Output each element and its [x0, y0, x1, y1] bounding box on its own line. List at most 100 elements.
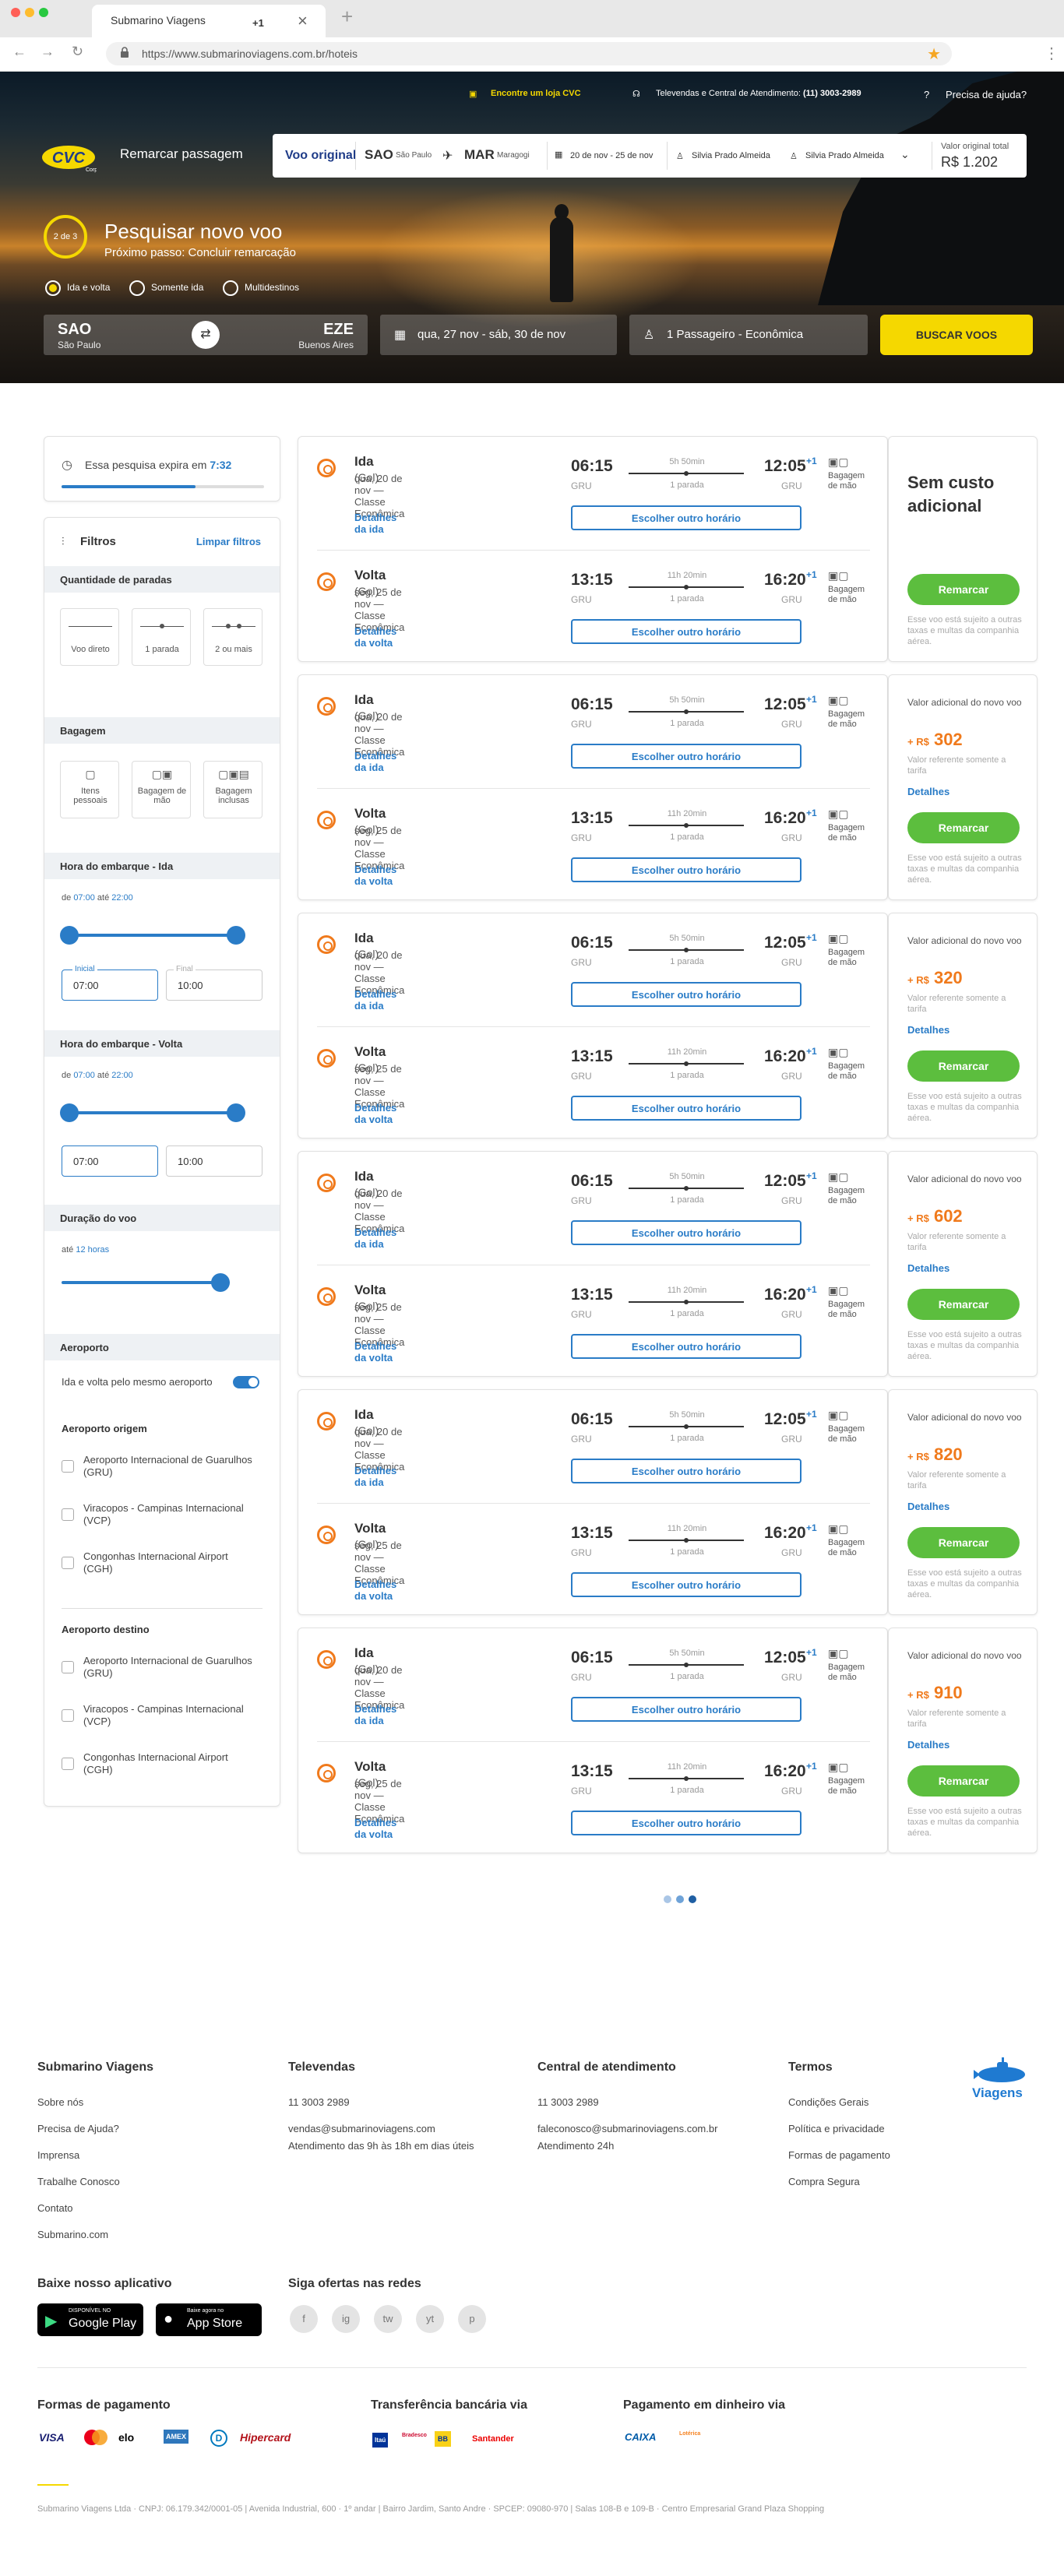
footer-email[interactable]: vendas@submarinoviagens.com: [288, 2123, 435, 2134]
volta-details-link[interactable]: Detalhes da volta: [354, 625, 396, 649]
ida-details-link[interactable]: Detalhes da ida: [354, 1465, 396, 1488]
close-tab-icon[interactable]: ×: [298, 11, 308, 31]
return-start-input[interactable]: 07:00: [62, 1145, 158, 1177]
page-dot[interactable]: [664, 1895, 671, 1903]
ida-change-time-button[interactable]: Escolher outro horário: [571, 1459, 802, 1483]
price-details-link[interactable]: Detalhes: [907, 786, 949, 797]
footer-email[interactable]: faleconosco@submarinoviagens.com.br: [537, 2123, 717, 2134]
volta-details-link[interactable]: Detalhes da volta: [354, 1817, 396, 1840]
stop-direct[interactable]: Voo direto: [60, 608, 119, 666]
new-tab-icon[interactable]: +: [341, 5, 353, 29]
volta-change-time-button[interactable]: Escolher outro horário: [571, 1572, 802, 1597]
radio-round-trip[interactable]: [45, 280, 61, 296]
depart-end-input[interactable]: 10:00: [166, 970, 262, 1001]
stop-two-plus[interactable]: 2 ou mais: [203, 608, 262, 666]
return-slider-start-handle[interactable]: [60, 1103, 79, 1122]
store-locator-link[interactable]: Encontre um loja CVC: [491, 89, 581, 98]
dest-airport-checkbox-gru[interactable]: [62, 1661, 74, 1673]
duration-slider-handle[interactable]: [211, 1273, 230, 1292]
volta-details-link[interactable]: Detalhes da volta: [354, 1102, 396, 1125]
depart-slider-end-handle[interactable]: [227, 926, 245, 945]
volta-change-time-button[interactable]: Escolher outro horário: [571, 1811, 802, 1835]
remarcar-button[interactable]: Remarcar: [907, 1527, 1020, 1558]
remarcar-button[interactable]: Remarcar: [907, 812, 1020, 843]
page-dot-active[interactable]: [689, 1895, 696, 1903]
origin-airport-checkbox-vcp[interactable]: [62, 1508, 74, 1521]
depart-slider-start-handle[interactable]: [60, 926, 79, 945]
footer-link[interactable]: Contato: [37, 2202, 73, 2214]
twitter-icon[interactable]: tw: [374, 2305, 402, 2333]
footer-link[interactable]: Compra Segura: [788, 2176, 860, 2187]
price-details-link[interactable]: Detalhes: [907, 1739, 949, 1751]
pinterest-icon[interactable]: p: [458, 2305, 486, 2333]
close-window-icon[interactable]: [11, 8, 20, 17]
footer-link[interactable]: Submarino.com: [37, 2229, 108, 2240]
footer-link[interactable]: Condições Gerais: [788, 2096, 868, 2108]
facebook-icon[interactable]: f: [290, 2305, 318, 2333]
volta-details-link[interactable]: Detalhes da volta: [354, 1578, 396, 1602]
volta-change-time-button[interactable]: Escolher outro horário: [571, 1096, 802, 1121]
address-bar[interactable]: https://www.submarinoviagens.com.br/hote…: [106, 42, 952, 65]
footer-link[interactable]: Política e privacidade: [788, 2123, 885, 2134]
dates-field[interactable]: ▦ qua, 27 nov - sáb, 30 de nov: [380, 315, 617, 355]
youtube-icon[interactable]: yt: [416, 2305, 444, 2333]
instagram-icon[interactable]: ig: [332, 2305, 360, 2333]
remarcar-button[interactable]: Remarcar: [907, 1050, 1020, 1082]
dest-airport-checkbox-vcp[interactable]: [62, 1709, 74, 1722]
ida-details-link[interactable]: Detalhes da ida: [354, 1703, 396, 1726]
radio-one-way[interactable]: [129, 280, 145, 296]
bag-personal[interactable]: ▢ Itens pessoais: [60, 761, 119, 818]
remarcar-button[interactable]: Remarcar: [907, 1765, 1020, 1797]
ida-details-link[interactable]: Detalhes da ida: [354, 750, 396, 773]
bag-hand[interactable]: ▢▣ Bagagem de mão: [132, 761, 191, 818]
bookmark-star-icon[interactable]: ★: [927, 44, 941, 64]
minimize-window-icon[interactable]: [25, 8, 34, 17]
submarino-logo[interactable]: Viagens: [971, 2056, 1028, 2103]
origin-airport-checkbox-cgh[interactable]: [62, 1557, 74, 1569]
search-flights-button[interactable]: BUSCAR VOOS: [880, 315, 1033, 355]
chevron-down-icon[interactable]: ⌄: [900, 148, 910, 161]
route-field[interactable]: SAO São Paulo ⇄ EZE Buenos Aires: [44, 315, 368, 355]
remarcar-button[interactable]: Remarcar: [907, 1289, 1020, 1320]
ida-change-time-button[interactable]: Escolher outro horário: [571, 1220, 802, 1245]
price-details-link[interactable]: Detalhes: [907, 1262, 949, 1274]
footer-link[interactable]: Formas de pagamento: [788, 2149, 890, 2161]
origin-airport-checkbox-gru[interactable]: [62, 1460, 74, 1473]
stop-one[interactable]: 1 parada: [132, 608, 191, 666]
swap-route-icon[interactable]: ⇄: [192, 321, 220, 349]
clear-filters-link[interactable]: Limpar filtros: [196, 536, 261, 547]
ida-change-time-button[interactable]: Escolher outro horário: [571, 744, 802, 769]
reload-icon[interactable]: ↻: [72, 44, 83, 60]
price-details-link[interactable]: Detalhes: [907, 1024, 949, 1036]
ida-details-link[interactable]: Detalhes da ida: [354, 512, 396, 535]
forward-icon[interactable]: →: [41, 44, 55, 60]
help-link[interactable]: Precisa de ajuda?: [946, 89, 1027, 100]
back-icon[interactable]: ←: [12, 44, 26, 60]
radio-multi[interactable]: [223, 280, 238, 296]
depart-start-input[interactable]: 07:00: [62, 970, 158, 1001]
browser-menu-icon[interactable]: ⋮: [1044, 44, 1059, 63]
ida-change-time-button[interactable]: Escolher outro horário: [571, 982, 802, 1007]
return-slider-end-handle[interactable]: [227, 1103, 245, 1122]
google-play-badge[interactable]: ▶ DISPONÍVEL NO Google Play: [37, 2303, 143, 2336]
dest-airport-checkbox-cgh[interactable]: [62, 1758, 74, 1770]
footer-link[interactable]: Imprensa: [37, 2149, 79, 2161]
price-details-link[interactable]: Detalhes: [907, 1501, 949, 1512]
same-airport-toggle[interactable]: [233, 1376, 259, 1388]
passengers-field[interactable]: ♙ 1 Passageiro - Econômica: [629, 315, 868, 355]
page-dot[interactable]: [676, 1895, 684, 1903]
app-store-badge[interactable]: ● Baixe agora no App Store: [156, 2303, 262, 2336]
volta-change-time-button[interactable]: Escolher outro horário: [571, 619, 802, 644]
browser-tab[interactable]: Submarino Viagens +1 ×: [92, 5, 326, 37]
volta-change-time-button[interactable]: Escolher outro horário: [571, 1334, 802, 1359]
remarcar-button[interactable]: Remarcar: [907, 574, 1020, 605]
maximize-window-icon[interactable]: [39, 8, 48, 17]
ida-details-link[interactable]: Detalhes da ida: [354, 988, 396, 1012]
cvc-logo[interactable]: CVC Corp: [41, 143, 97, 173]
ida-details-link[interactable]: Detalhes da ida: [354, 1226, 396, 1250]
ida-change-time-button[interactable]: Escolher outro horário: [571, 1697, 802, 1722]
bag-included[interactable]: ▢▣▤ Bagagem inclusas: [203, 761, 262, 818]
return-end-input[interactable]: 10:00: [166, 1145, 262, 1177]
volta-change-time-button[interactable]: Escolher outro horário: [571, 857, 802, 882]
footer-link[interactable]: Trabalhe Conosco: [37, 2176, 120, 2187]
